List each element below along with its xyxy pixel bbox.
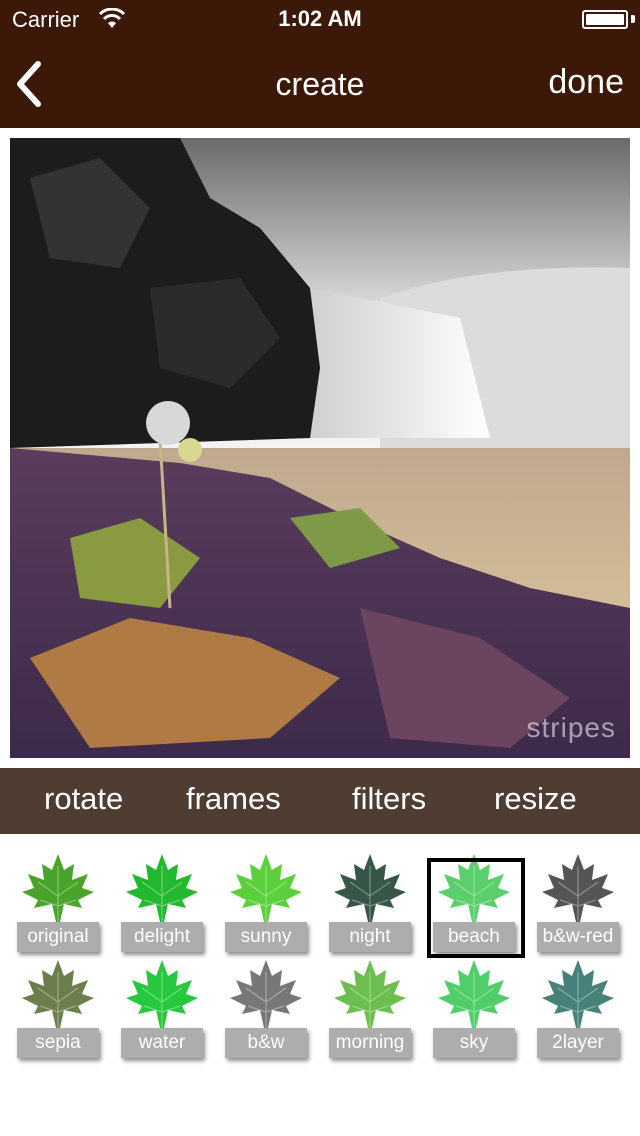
battery-icon (582, 10, 628, 29)
page-title: create (275, 66, 365, 102)
filter-label: beach (433, 922, 515, 952)
tab-resize[interactable]: resize (494, 781, 577, 817)
filter-item[interactable]: sepia (13, 950, 103, 1058)
filter-item[interactable]: sunny (221, 844, 311, 952)
filter-item[interactable]: 2layer (533, 950, 623, 1058)
maple-leaf-icon (438, 854, 510, 922)
filter-label: water (121, 1028, 203, 1058)
filter-label: sky (433, 1028, 515, 1058)
maple-leaf-icon (22, 854, 94, 922)
navigation-bar: Carrier 1:02 AM create done (0, 0, 640, 128)
maple-leaf-icon (126, 854, 198, 922)
maple-leaf-icon (438, 960, 510, 1028)
battery-tip (631, 15, 635, 23)
maple-leaf-icon (230, 854, 302, 922)
filter-label: b&w (225, 1028, 307, 1058)
filter-item[interactable]: b&w-red (533, 844, 623, 952)
filter-label: delight (121, 922, 203, 952)
filter-item[interactable]: delight (117, 844, 207, 952)
done-button[interactable]: done (548, 63, 624, 102)
maple-leaf-icon (22, 960, 94, 1028)
filter-label: sepia (17, 1028, 99, 1058)
photo-image (10, 138, 630, 758)
photo-preview: stripes (10, 138, 630, 758)
filter-item[interactable]: night (325, 844, 415, 952)
tab-frames[interactable]: frames (186, 781, 281, 817)
filter-item[interactable]: morning (325, 950, 415, 1058)
status-time: 1:02 AM (278, 6, 362, 31)
tool-tabbar: rotate frames filters resize (0, 768, 640, 834)
filter-label: sunny (225, 922, 307, 952)
filter-item[interactable]: sky (429, 950, 519, 1058)
tab-rotate[interactable]: rotate (44, 781, 123, 817)
maple-leaf-icon (334, 960, 406, 1028)
watermark-text: stripes (526, 712, 616, 743)
tab-filters[interactable]: filters (352, 781, 426, 817)
filter-label: 2layer (537, 1028, 619, 1058)
filter-label: original (17, 922, 99, 952)
maple-leaf-icon (542, 854, 614, 922)
filter-item[interactable]: water (117, 950, 207, 1058)
filter-label: b&w-red (537, 922, 619, 952)
filter-item[interactable]: original (13, 844, 103, 952)
filter-grid: original delight sunny night beach b&w-red sep… (0, 834, 640, 1136)
maple-leaf-icon (542, 960, 614, 1028)
filter-label: night (329, 922, 411, 952)
filter-item[interactable]: b&w (221, 950, 311, 1058)
filter-item[interactable]: beach (427, 844, 525, 958)
maple-leaf-icon (334, 854, 406, 922)
maple-leaf-icon (126, 960, 198, 1028)
filter-label: morning (329, 1028, 411, 1058)
maple-leaf-icon (230, 960, 302, 1028)
